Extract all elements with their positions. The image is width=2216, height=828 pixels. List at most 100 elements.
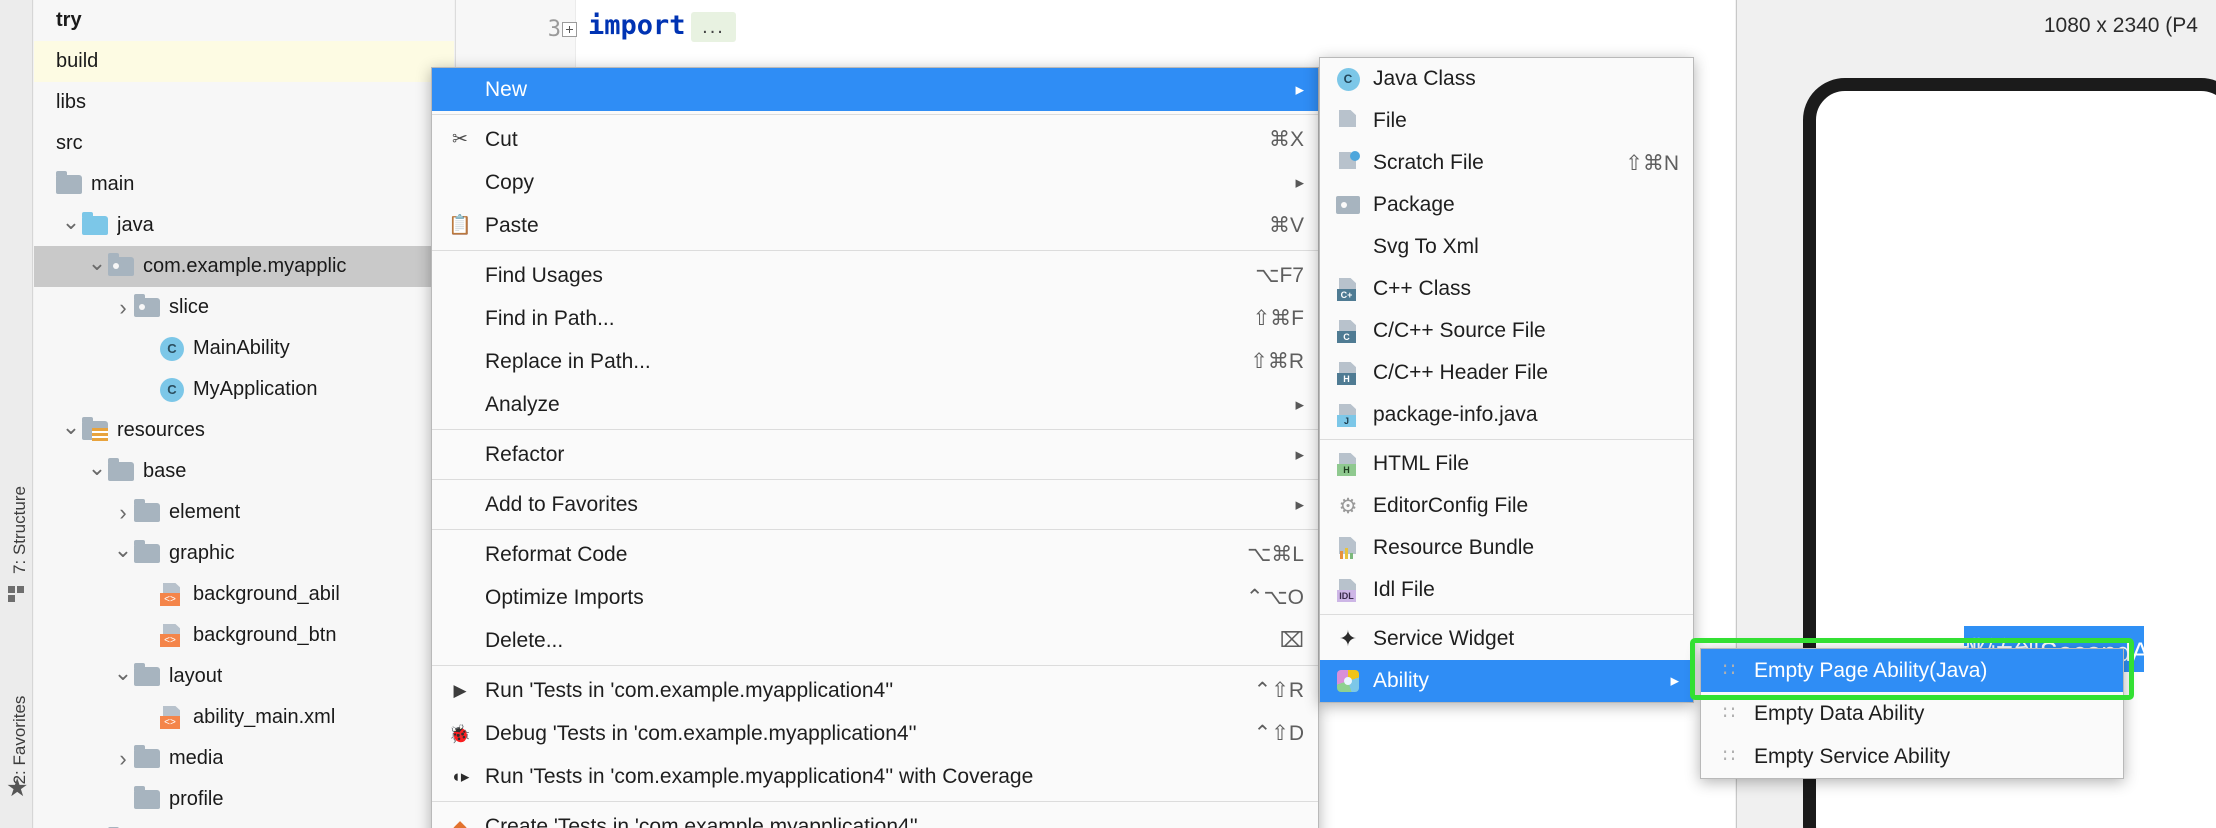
menu-item[interactable]: Ability▸ bbox=[1320, 660, 1693, 702]
tree-row[interactable]: slice bbox=[34, 287, 454, 328]
menu-item[interactable]: HC/C++ Header File bbox=[1320, 352, 1693, 394]
menu-item[interactable]: ◆Create 'Tests in 'com.example.myapplica… bbox=[432, 805, 1318, 828]
chevron-down-icon[interactable] bbox=[60, 215, 82, 237]
menu-item[interactable]: 🐞Debug 'Tests in 'com.example.myapplicat… bbox=[432, 712, 1318, 755]
context-menu[interactable]: New▸✂Cut⌘XCopy▸📋Paste⌘VFind Usages⌥F7Fin… bbox=[431, 67, 1319, 828]
menu-item[interactable]: Svg To Xml bbox=[1320, 226, 1693, 268]
new-submenu[interactable]: CJava ClassFileScratch File⇧⌘NPackageSvg… bbox=[1319, 57, 1694, 703]
menu-item-shortcut: ⌘X bbox=[1269, 127, 1304, 152]
tree-row[interactable]: graphic bbox=[34, 533, 454, 574]
tree-row[interactable]: base bbox=[34, 451, 454, 492]
menu-item[interactable]: Analyze▸ bbox=[432, 383, 1318, 426]
menu-item[interactable]: Find Usages⌥F7 bbox=[432, 254, 1318, 297]
menu-item[interactable]: Refactor▸ bbox=[432, 433, 1318, 476]
menu-item[interactable]: ✂Cut⌘X bbox=[432, 118, 1318, 161]
tree-row[interactable]: layout bbox=[34, 656, 454, 697]
menu-item[interactable]: ⚙ EditorConfig File bbox=[1320, 485, 1693, 527]
tree-item-label: try bbox=[56, 9, 82, 32]
menu-item[interactable]: ∷Empty Service Ability bbox=[1701, 735, 2123, 778]
star-icon[interactable]: ★ bbox=[6, 776, 28, 801]
folder-icon bbox=[108, 462, 134, 481]
folder-icon bbox=[134, 503, 160, 522]
tree-row[interactable]: element bbox=[34, 492, 454, 533]
chevron-down-icon[interactable] bbox=[112, 666, 134, 688]
tool-window-structure[interactable]: 7: Structure bbox=[10, 482, 30, 578]
collapsed-imports[interactable]: ... bbox=[691, 12, 736, 42]
menu-item[interactable]: Delete...⌧ bbox=[432, 619, 1318, 662]
tree-row[interactable]: CMyApplication bbox=[34, 369, 454, 410]
menu-separator bbox=[1320, 439, 1693, 440]
tree-row[interactable]: resources bbox=[34, 410, 454, 451]
menu-item[interactable]: Optimize Imports⌃⌥O bbox=[432, 576, 1318, 619]
grid-icon[interactable] bbox=[8, 586, 25, 603]
menu-item[interactable]: Replace in Path...⇧⌘R bbox=[432, 340, 1318, 383]
menu-item[interactable]: IDLIdl File bbox=[1320, 569, 1693, 611]
tree-row[interactable]: try bbox=[34, 0, 454, 41]
menu-item[interactable]: ∷Empty Page Ability(Java) bbox=[1701, 649, 2123, 692]
menu-item-label: HTML File bbox=[1373, 452, 1679, 476]
folder-blue-icon bbox=[82, 216, 108, 235]
menu-separator bbox=[432, 665, 1318, 666]
tree-row[interactable]: src bbox=[34, 123, 454, 164]
gear-icon: ⚙ bbox=[1333, 496, 1363, 517]
menu-item[interactable]: ▶Run 'Tests in 'com.example.myapplicatio… bbox=[432, 669, 1318, 712]
chevron-down-icon[interactable] bbox=[86, 256, 108, 278]
menu-item[interactable]: File bbox=[1320, 100, 1693, 142]
tree-row[interactable]: libs bbox=[34, 82, 454, 123]
chevron-right-icon[interactable] bbox=[112, 297, 134, 319]
tree-row[interactable]: background_abil bbox=[34, 574, 454, 615]
menu-item[interactable]: 📋Paste⌘V bbox=[432, 204, 1318, 247]
menu-item[interactable]: Scratch File⇧⌘N bbox=[1320, 142, 1693, 184]
chevron-right-icon[interactable] bbox=[112, 502, 134, 524]
menu-item[interactable]: C+ C++ Class bbox=[1320, 268, 1693, 310]
chevron-right-icon: ▸ bbox=[1295, 495, 1304, 515]
chevron-down-icon[interactable] bbox=[86, 461, 108, 483]
menu-item-label: EditorConfig File bbox=[1373, 494, 1679, 518]
menu-item[interactable]: Copy▸ bbox=[432, 161, 1318, 204]
menu-item-label: Empty Data Ability bbox=[1754, 702, 2109, 726]
menu-item-label: Replace in Path... bbox=[485, 350, 1232, 374]
menu-item[interactable]: Add to Favorites▸ bbox=[432, 483, 1318, 526]
menu-item-label: Service Widget bbox=[1373, 627, 1679, 651]
menu-item-label: C++ Class bbox=[1373, 277, 1679, 301]
tree-row[interactable]: media bbox=[34, 738, 454, 779]
folder-icon bbox=[134, 667, 160, 686]
menu-item[interactable]: New▸ bbox=[432, 68, 1318, 111]
expand-fold-icon[interactable] bbox=[562, 22, 577, 37]
clipboard-icon: 📋 bbox=[445, 216, 475, 235]
menu-item-label: Paste bbox=[485, 214, 1251, 238]
tree-row[interactable]: build bbox=[34, 41, 454, 82]
tree-row[interactable]: main bbox=[34, 164, 454, 205]
menu-item[interactable]: Package bbox=[1320, 184, 1693, 226]
menu-separator bbox=[432, 250, 1318, 251]
menu-item[interactable]: Resource Bundle bbox=[1320, 527, 1693, 569]
menu-item[interactable]: CJava Class bbox=[1320, 58, 1693, 100]
menu-item[interactable]: ◖▸Run 'Tests in 'com.example.myapplicati… bbox=[432, 755, 1318, 798]
chevron-right-icon[interactable] bbox=[112, 748, 134, 770]
project-tree[interactable]: try build libs srcmainjavacom.example.myapp… bbox=[34, 0, 454, 828]
xml-file-icon bbox=[160, 706, 184, 730]
tree-row[interactable]: java bbox=[34, 205, 454, 246]
menu-separator bbox=[432, 529, 1318, 530]
menu-item[interactable]: Jpackage-info.java bbox=[1320, 394, 1693, 436]
menu-item-label: New bbox=[485, 78, 1281, 102]
ability-submenu[interactable]: ∷Empty Page Ability(Java) ∷ Empty Data Abi… bbox=[1700, 648, 2124, 779]
chevron-down-icon[interactable] bbox=[112, 543, 134, 565]
menu-item[interactable]: Reformat Code⌥⌘L bbox=[432, 533, 1318, 576]
tree-item-label: libs bbox=[56, 91, 86, 114]
tree-row[interactable]: ability_main.xml bbox=[34, 697, 454, 738]
menu-item[interactable]: ∷ Empty Data Ability bbox=[1701, 692, 2123, 735]
tree-row[interactable]: CMainAbility bbox=[34, 328, 454, 369]
menu-item[interactable]: ✦Service Widget bbox=[1320, 618, 1693, 660]
tree-row[interactable]: profile bbox=[34, 779, 454, 820]
menu-item[interactable]: CC/C++ Source File bbox=[1320, 310, 1693, 352]
cpp-class-icon: C+ bbox=[1333, 277, 1363, 301]
tree-row[interactable]: en.element bbox=[34, 820, 454, 828]
chevron-down-icon[interactable] bbox=[60, 420, 82, 442]
tree-row[interactable]: background_btn bbox=[34, 615, 454, 656]
menu-item[interactable]: Find in Path...⇧⌘F bbox=[432, 297, 1318, 340]
c-header-icon: H bbox=[1333, 361, 1363, 385]
menu-item[interactable]: HHTML File bbox=[1320, 443, 1693, 485]
tree-row[interactable]: com.example.myapplic bbox=[34, 246, 454, 287]
grid-dots-icon: ∷ bbox=[1714, 704, 1744, 724]
